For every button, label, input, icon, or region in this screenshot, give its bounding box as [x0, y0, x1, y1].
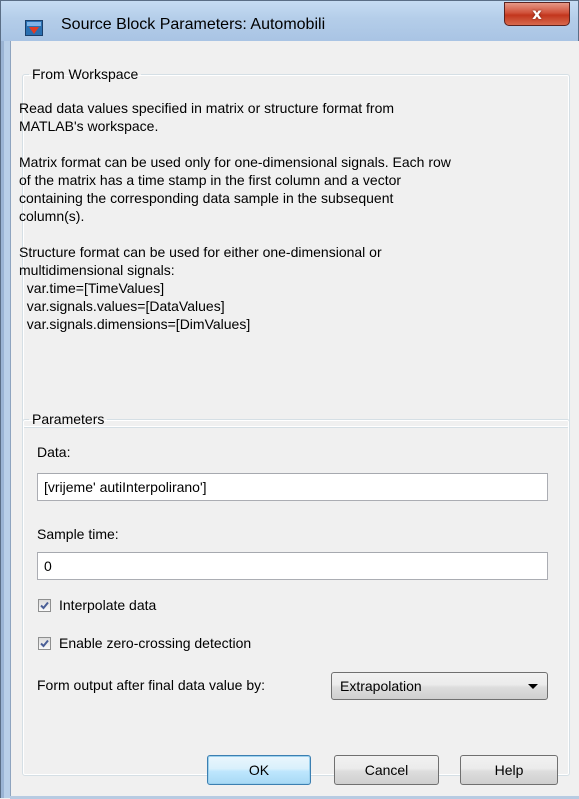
interpolate-data-checkbox[interactable]: Interpolate data	[38, 597, 156, 613]
from-workspace-legend: From Workspace	[32, 66, 139, 82]
interpolate-checkbox-box[interactable]	[38, 598, 51, 612]
window-title: Source Block Parameters: Automobili	[61, 16, 326, 33]
data-input[interactable]	[37, 473, 548, 501]
sample-time-input[interactable]	[37, 552, 548, 580]
zero-crossing-checkbox-box[interactable]	[38, 636, 51, 650]
checkmark-icon	[40, 601, 49, 609]
cancel-button[interactable]: Cancel	[334, 755, 439, 785]
simulink-block-icon	[25, 20, 43, 36]
data-label: Data:	[37, 444, 71, 460]
interpolate-data-label: Interpolate data	[59, 597, 157, 613]
close-button[interactable]: x	[504, 2, 570, 26]
close-icon: x	[532, 5, 542, 23]
form-output-selected: Extrapolation	[340, 678, 422, 694]
dialog-client-area: From Workspace Read data values specifie…	[10, 41, 579, 797]
dialog-window: Source Block Parameters: Automobili x Fr…	[0, 0, 579, 799]
help-button[interactable]: Help	[460, 755, 558, 785]
parameters-group: Parameters	[22, 411, 570, 776]
zero-crossing-checkbox[interactable]: Enable zero-crossing detection	[38, 635, 251, 651]
chevron-down-icon	[528, 684, 538, 689]
zero-crossing-label: Enable zero-crossing detection	[59, 635, 252, 651]
parameters-legend: Parameters	[32, 411, 105, 427]
block-description: Read data values specified in matrix or …	[19, 100, 451, 332]
form-output-label: Form output after final data value by:	[37, 677, 266, 693]
title-bar[interactable]: Source Block Parameters: Automobili x	[1, 1, 578, 41]
sample-time-label: Sample time:	[37, 526, 119, 542]
ok-button[interactable]: OK	[207, 755, 311, 785]
form-output-select[interactable]: Extrapolation	[331, 672, 548, 700]
window-frame-left	[1, 41, 10, 798]
checkmark-icon	[40, 639, 49, 647]
